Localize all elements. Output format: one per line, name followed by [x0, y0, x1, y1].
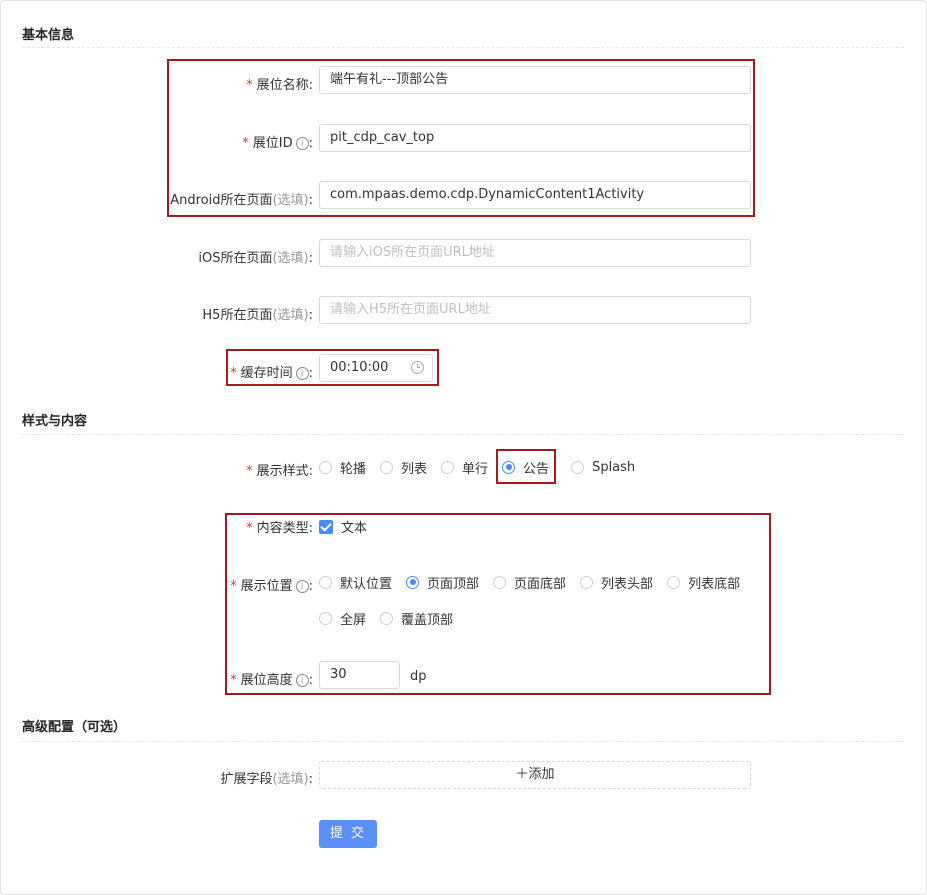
section-divider	[22, 47, 904, 48]
label-colon: :	[308, 251, 313, 266]
radio-splash[interactable]: Splash	[571, 460, 635, 475]
highlight-box-notice	[496, 449, 556, 484]
label-text: 展示样式:	[256, 464, 313, 479]
field-label-ios: iOS所在页面(选填):	[198, 247, 313, 266]
radio-circle	[380, 460, 394, 474]
radio-label: Splash	[592, 459, 636, 475]
radio-list[interactable]: 列表	[380, 458, 427, 477]
field-label-h5: H5所在页面(选填):	[202, 304, 313, 323]
radio-label: 轮播	[340, 461, 367, 477]
radio-circle	[319, 460, 332, 474]
optional-hint: (选填)	[272, 308, 309, 323]
radio-carousel[interactable]: 轮播	[319, 458, 366, 477]
section-title-basic: 基本信息	[22, 28, 75, 43]
section-divider	[22, 434, 904, 435]
label-colon: :	[308, 308, 313, 323]
radio-label: 单行	[462, 461, 489, 477]
add-extension-button[interactable]: ＋添加	[319, 761, 751, 789]
section-divider	[22, 741, 904, 742]
optional-hint: (选填)	[272, 772, 309, 787]
radio-label: 列表	[401, 461, 428, 477]
radio-circle	[441, 460, 455, 474]
ios-page-input[interactable]: 请输入iOS所在页面URL地址	[319, 239, 751, 267]
required-mark: *	[246, 464, 253, 479]
field-label-display-style: * 展示样式:	[246, 460, 313, 479]
h5-page-input[interactable]: 请输入H5所在页面URL地址	[319, 296, 751, 324]
radio-circle	[571, 460, 585, 474]
radio-single-line[interactable]: 单行	[441, 458, 488, 477]
label-text: iOS所在页面	[198, 251, 273, 266]
submit-button[interactable]: 提 交	[319, 820, 377, 848]
optional-hint: (选填)	[272, 251, 309, 266]
section-title-style: 样式与内容	[22, 414, 88, 429]
label-colon: :	[308, 772, 313, 787]
highlight-box-content	[225, 513, 771, 695]
display-style-radio-group: 轮播 列表 单行 公告 Splash	[319, 457, 649, 477]
label-text: 扩展字段	[220, 772, 273, 787]
field-label-extension: 扩展字段(选填):	[220, 768, 313, 787]
label-text: H5所在页面	[202, 308, 273, 323]
highlight-box-basic	[167, 59, 755, 217]
section-title-advanced: 高级配置（可选）	[22, 720, 127, 735]
highlight-box-cache	[226, 349, 439, 386]
